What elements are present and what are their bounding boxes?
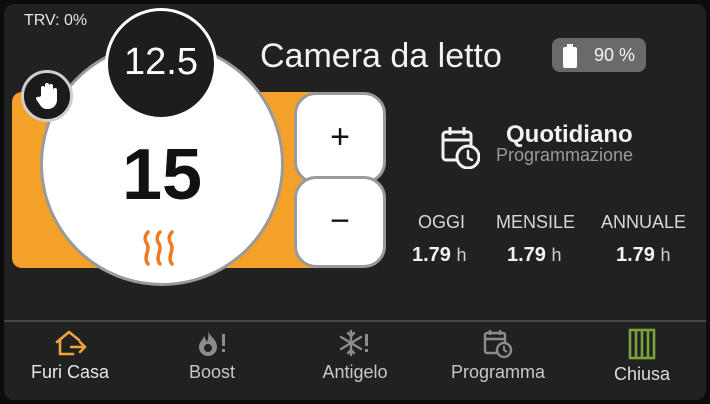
nav-chiusa[interactable]: Chiusa bbox=[592, 328, 692, 385]
fire-alert-icon bbox=[199, 331, 225, 356]
home-exit-icon bbox=[55, 330, 87, 356]
window-closed-icon bbox=[628, 328, 656, 360]
schedule-label: Programmazione bbox=[496, 145, 634, 165]
calendar-clock-icon bbox=[483, 330, 513, 358]
nav-label: Furi Casa bbox=[30, 362, 110, 382]
room-title: Camera da letto bbox=[260, 37, 502, 75]
nav-boost[interactable]: Boost bbox=[162, 328, 262, 383]
stat-unit: h bbox=[660, 245, 671, 265]
nav-label: Boost bbox=[188, 362, 236, 382]
nav-label: Chiusa bbox=[613, 364, 671, 384]
battery-label: 90 % bbox=[594, 45, 636, 65]
stat-label-today: OGGI bbox=[418, 212, 466, 232]
divider bbox=[4, 320, 706, 322]
stat-label-yearly: ANNUALE bbox=[601, 212, 687, 232]
nav-programma[interactable]: Programma bbox=[438, 328, 558, 383]
decrease-temperature-button[interactable]: − bbox=[294, 176, 386, 268]
snowflake-alert-icon bbox=[339, 329, 368, 357]
stat-unit: h bbox=[551, 245, 562, 265]
target-temperature: 15 bbox=[121, 135, 203, 215]
trv-label: TRV: 0% bbox=[24, 12, 88, 29]
flame-icon bbox=[143, 230, 174, 266]
stat-value-yearly: 1.79 h bbox=[616, 244, 671, 267]
nav-label: Antigelo bbox=[322, 362, 388, 382]
hand-icon bbox=[35, 83, 57, 109]
stat-number: 1.79 bbox=[507, 244, 546, 266]
stat-number: 1.79 bbox=[616, 244, 655, 266]
current-temperature: 12.5 bbox=[124, 41, 198, 83]
manual-mode-button[interactable] bbox=[21, 70, 73, 122]
increase-temperature-button[interactable]: + bbox=[294, 92, 386, 184]
stat-label-monthly: MENSILE bbox=[496, 212, 576, 232]
stat-number: 1.79 bbox=[412, 244, 451, 266]
nav-label: Programma bbox=[450, 362, 546, 382]
battery-icon bbox=[563, 44, 577, 68]
nav-antigelo[interactable]: Antigelo bbox=[305, 328, 405, 383]
stat-value-today: 1.79 h bbox=[412, 244, 467, 267]
stat-unit: h bbox=[456, 245, 467, 265]
nav-furi-casa[interactable]: Furi Casa bbox=[20, 328, 120, 383]
battery-badge: 90 % bbox=[552, 38, 646, 72]
calendar-clock-icon bbox=[441, 127, 480, 169]
stat-value-monthly: 1.79 h bbox=[507, 244, 562, 267]
